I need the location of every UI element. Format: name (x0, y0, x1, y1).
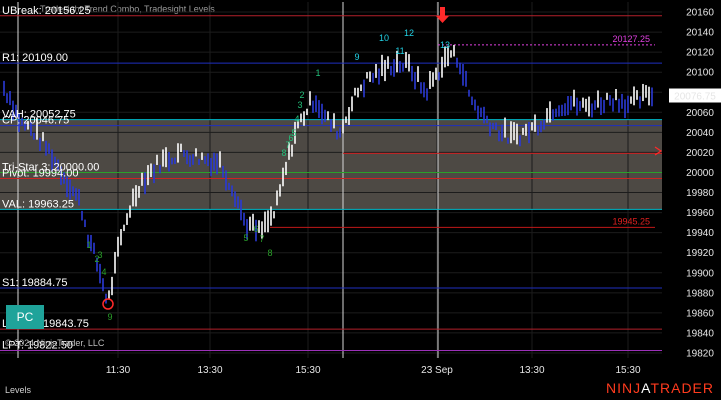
y-axis-tick-label: 20120 (686, 48, 714, 59)
x-axis-tick-label: 15:30 (615, 365, 640, 376)
y-axis-tick-label: 19980 (686, 188, 714, 199)
level-label: Pivot: 19994.00 (2, 167, 78, 179)
count-up-label: 2 (299, 90, 304, 100)
y-axis-tick-label: 20100 (686, 68, 714, 79)
footer-label: Levels (5, 385, 32, 395)
count-up-label: 12 (404, 28, 414, 38)
x-axis-tick-label: 11:30 (106, 365, 131, 376)
annotation-label: 20127.25 (612, 34, 650, 44)
y-axis-tick-label: 20040 (686, 128, 714, 139)
y-axis-tick-label: 20060 (686, 108, 714, 119)
count-down-label: 6 (253, 224, 258, 234)
count-up-label: 10 (379, 33, 389, 43)
count-up-label: 13 (440, 40, 450, 50)
y-axis-tick-label: 20140 (686, 28, 714, 39)
price-chart[interactable]: 12345678910111213123456789UBreak: 20156.… (0, 0, 721, 400)
buy-signal-marker-icon[interactable] (102, 298, 114, 310)
y-axis-tick-label: 19860 (686, 308, 714, 319)
y-axis-tick-label: 19880 (686, 288, 714, 299)
x-axis-tick-label: 13:30 (519, 365, 544, 376)
count-up-label: 4 (294, 114, 299, 124)
current-price-label: 20076.75 (674, 92, 716, 103)
level-label: S1: 19884.75 (2, 277, 67, 289)
copyright-text: © 2024 NinjaTrader, LLC (5, 338, 105, 348)
level-label: CP: 20046.75 (2, 115, 69, 127)
level-label: UBreak: 20156.25 (2, 5, 91, 17)
pc-badge[interactable]: PC (6, 305, 44, 329)
y-axis-tick-label: 19840 (686, 328, 714, 339)
brand-part-3: TRADER (650, 380, 714, 396)
count-up-label: 3 (297, 100, 302, 110)
x-axis-tick-label: 15:30 (295, 365, 320, 376)
y-axis-tick-label: 20160 (686, 8, 714, 19)
count-down-label: 7 (259, 234, 264, 244)
y-axis-tick-label: 19920 (686, 248, 714, 259)
level-label: VAL: 19963.25 (2, 198, 74, 210)
count-down-label: 5 (243, 233, 248, 243)
level-label: R1: 20109.00 (2, 52, 68, 64)
count-down-label: 3 (97, 250, 102, 260)
x-axis-tick-label: 13:30 (197, 365, 222, 376)
brand-part-1: NINJ (606, 380, 642, 396)
x-axis-tick-label: 23 Sep (421, 365, 453, 376)
y-axis-tick-label: 20000 (686, 168, 714, 179)
y-axis-tick-label: 20020 (686, 148, 714, 159)
count-down-label: 1 (86, 240, 91, 250)
count-up-label: 8 (281, 148, 286, 158)
count-down-label: 8 (267, 248, 272, 258)
ninjatrader-logo: NINJATRADER (606, 380, 714, 396)
y-axis-tick-label: 19940 (686, 228, 714, 239)
count-up-label: 1 (315, 68, 320, 78)
y-axis-tick-label: 19820 (686, 348, 714, 359)
y-axis-tick-label: 19900 (686, 268, 714, 279)
count-up-label: 9 (354, 52, 359, 62)
count-down-label: 4 (101, 267, 106, 277)
annotation-label: 19945.25 (612, 216, 650, 226)
count-down-label: 9 (107, 312, 112, 322)
count-up-label: 11 (395, 46, 404, 56)
y-axis-tick-label: 19960 (686, 208, 714, 219)
